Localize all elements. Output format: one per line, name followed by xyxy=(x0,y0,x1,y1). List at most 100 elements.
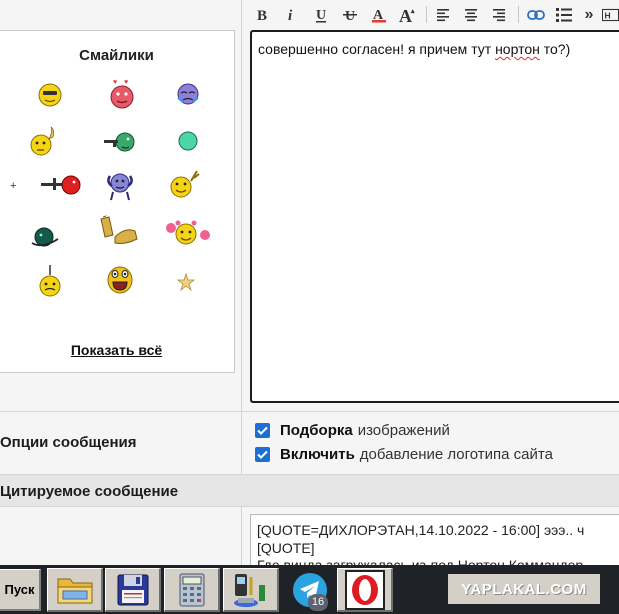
svg-text:♥: ♥ xyxy=(113,79,117,86)
opera-icon xyxy=(344,569,385,610)
underline-button[interactable]: U xyxy=(310,4,332,26)
align-center-icon xyxy=(465,9,477,22)
smiley-in-love[interactable]: ♥ ♥ xyxy=(107,77,137,109)
taskbar-calculator[interactable] xyxy=(164,568,220,612)
svg-text:i: i xyxy=(288,8,293,23)
folder-icon xyxy=(57,578,92,603)
smiley-shooter[interactable] xyxy=(103,127,135,157)
taskbar-phone-tools[interactable] xyxy=(223,568,279,612)
strikethrough-button[interactable]: U xyxy=(339,4,361,26)
align-right-button[interactable] xyxy=(488,4,510,26)
post-form: B i U U A A ▴ » H Смайлики + ♥ ♥ Показат… xyxy=(0,0,619,574)
font-color-button[interactable]: A xyxy=(368,4,390,26)
quoted-message-label: Цитируемое сообщение xyxy=(0,483,179,500)
double-chevron-right-icon: » xyxy=(584,6,594,23)
message-textarea[interactable]: совершенно согласен! я причем тут нортон… xyxy=(250,30,619,403)
smiley-gunner[interactable] xyxy=(39,170,81,200)
align-left-icon xyxy=(437,9,449,22)
heading-icon: H xyxy=(602,8,619,22)
smiley-laughing[interactable] xyxy=(105,262,135,294)
smileys-title: Смайлики xyxy=(79,47,154,64)
message-text: совершенно согласен! я причем тут нортон… xyxy=(258,41,570,57)
laughing-smiley-icon xyxy=(107,266,133,294)
option-bold-label: Включить xyxy=(280,446,355,463)
align-right-icon xyxy=(493,9,505,22)
italic-icon: i xyxy=(288,8,293,23)
flexing-smiley-icon xyxy=(107,173,133,201)
list-icon xyxy=(556,8,572,22)
image-gallery-option[interactable]: Подборка изображений xyxy=(255,422,450,439)
telegram-unread-badge: 16 xyxy=(308,594,328,611)
quoted-message-header: Цитируемое сообщение xyxy=(0,474,619,507)
plain-smiley-icon xyxy=(178,131,198,151)
font-size-icon: A ▴ xyxy=(399,6,415,24)
bold-button[interactable]: B xyxy=(251,4,273,26)
font-color-icon: A xyxy=(372,8,386,23)
taskbar-folder[interactable] xyxy=(47,568,103,612)
smiley-hanging[interactable] xyxy=(35,265,65,297)
quoted-line: [QUOTE] xyxy=(257,540,315,556)
italic-button[interactable]: i xyxy=(280,4,302,26)
option-label: добавление логотипа сайта xyxy=(359,446,553,463)
underline-icon: U xyxy=(316,8,326,23)
misspelled-word: нортон xyxy=(495,41,540,57)
smiley-cool[interactable] xyxy=(35,80,65,110)
toolbar-separator xyxy=(518,6,519,23)
checkmark-icon xyxy=(257,450,268,459)
gunner-smiley-icon xyxy=(41,175,81,195)
strikethrough-icon: U xyxy=(343,9,357,23)
start-button[interactable]: Пуск xyxy=(0,569,41,611)
message-text-part: то?) xyxy=(539,41,571,57)
align-left-button[interactable] xyxy=(432,4,454,26)
link-icon xyxy=(527,10,545,20)
bold-icon: B xyxy=(257,8,267,23)
toolbar-separator xyxy=(426,6,427,23)
phone-tools-icon xyxy=(233,573,265,607)
font-size-button[interactable]: A ▴ xyxy=(396,4,420,26)
image-gallery-checkbox[interactable] xyxy=(255,423,270,438)
smiley-cheerleader[interactable] xyxy=(165,219,210,249)
taskbar-floppy[interactable] xyxy=(105,568,161,612)
star-icon xyxy=(176,272,196,292)
message-text-part: совершенно согласен! я причем тут xyxy=(258,41,496,57)
link-button[interactable] xyxy=(524,4,548,26)
calculator-icon xyxy=(179,573,204,606)
site-logo-option[interactable]: Включить добавление логотипа сайта xyxy=(255,446,553,463)
waving-smiley-icon xyxy=(170,170,200,198)
smiley-flexing[interactable] xyxy=(103,168,133,201)
svg-text:B: B xyxy=(257,8,267,23)
smiley-waving[interactable] xyxy=(165,168,200,198)
heading-button[interactable]: H xyxy=(602,4,619,26)
site-brand-logo: YAPLAKAL.COM xyxy=(448,574,600,604)
divider xyxy=(0,411,619,412)
smiley-star[interactable] xyxy=(176,272,206,302)
smiley-dark[interactable] xyxy=(29,221,59,251)
option-bold-label: Подборка xyxy=(280,422,353,439)
thinking-smiley-icon xyxy=(30,126,55,156)
show-all-smileys-link[interactable]: Показать всё xyxy=(0,342,234,358)
svg-text:▴: ▴ xyxy=(410,8,415,15)
more-button[interactable]: » xyxy=(581,4,597,26)
list-button[interactable] xyxy=(552,4,576,26)
smileys-panel: Смайлики + ♥ ♥ Показать всё xyxy=(0,30,235,373)
dark-smiley-icon xyxy=(31,227,59,247)
option-label: изображений xyxy=(357,422,450,439)
plus-icon: + xyxy=(10,180,17,192)
message-options-label: Опции сообщения xyxy=(0,434,137,451)
smiley-plain[interactable] xyxy=(173,126,203,156)
taskbar-opera[interactable] xyxy=(337,568,393,612)
smiley-crying[interactable] xyxy=(173,80,203,110)
quoted-line: [QUOTE=ДИХЛОРЭТАН,14.10.2022 - 16:00] ээ… xyxy=(257,522,585,538)
svg-text:U: U xyxy=(316,8,326,23)
smiley-thinking[interactable] xyxy=(27,125,57,156)
hanging-smiley-icon xyxy=(39,265,61,297)
site-logo-checkbox[interactable] xyxy=(255,447,270,462)
checkmark-icon xyxy=(257,426,268,435)
svg-text:U: U xyxy=(345,9,355,23)
crying-smiley-icon xyxy=(177,83,199,105)
floppy-icon xyxy=(117,574,148,605)
align-center-button[interactable] xyxy=(460,4,482,26)
cheerleader-smiley-icon xyxy=(166,220,210,245)
smiley-clapping[interactable] xyxy=(97,215,138,245)
in-love-smiley-icon: ♥ ♥ xyxy=(110,79,134,109)
